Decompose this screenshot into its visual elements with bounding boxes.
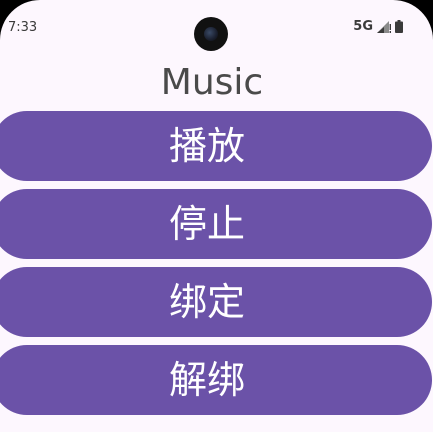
unbind-button[interactable]: 解绑	[0, 345, 432, 415]
front-camera-icon	[194, 17, 228, 51]
network-type-label: 5G	[353, 19, 373, 34]
page-title: Music	[160, 62, 264, 103]
signal-icon	[377, 20, 391, 33]
play-button[interactable]: 播放	[0, 111, 432, 181]
app-screen: 7:33 5G Music 播放 停止 绑定 解绑	[0, 0, 433, 432]
status-indicators: 5G	[353, 19, 403, 34]
status-time: 7:33	[8, 20, 38, 35]
bind-button[interactable]: 绑定	[0, 267, 432, 337]
stop-button[interactable]: 停止	[0, 189, 432, 259]
battery-icon	[395, 20, 403, 33]
status-bar: 7:33 5G	[0, 0, 433, 56]
